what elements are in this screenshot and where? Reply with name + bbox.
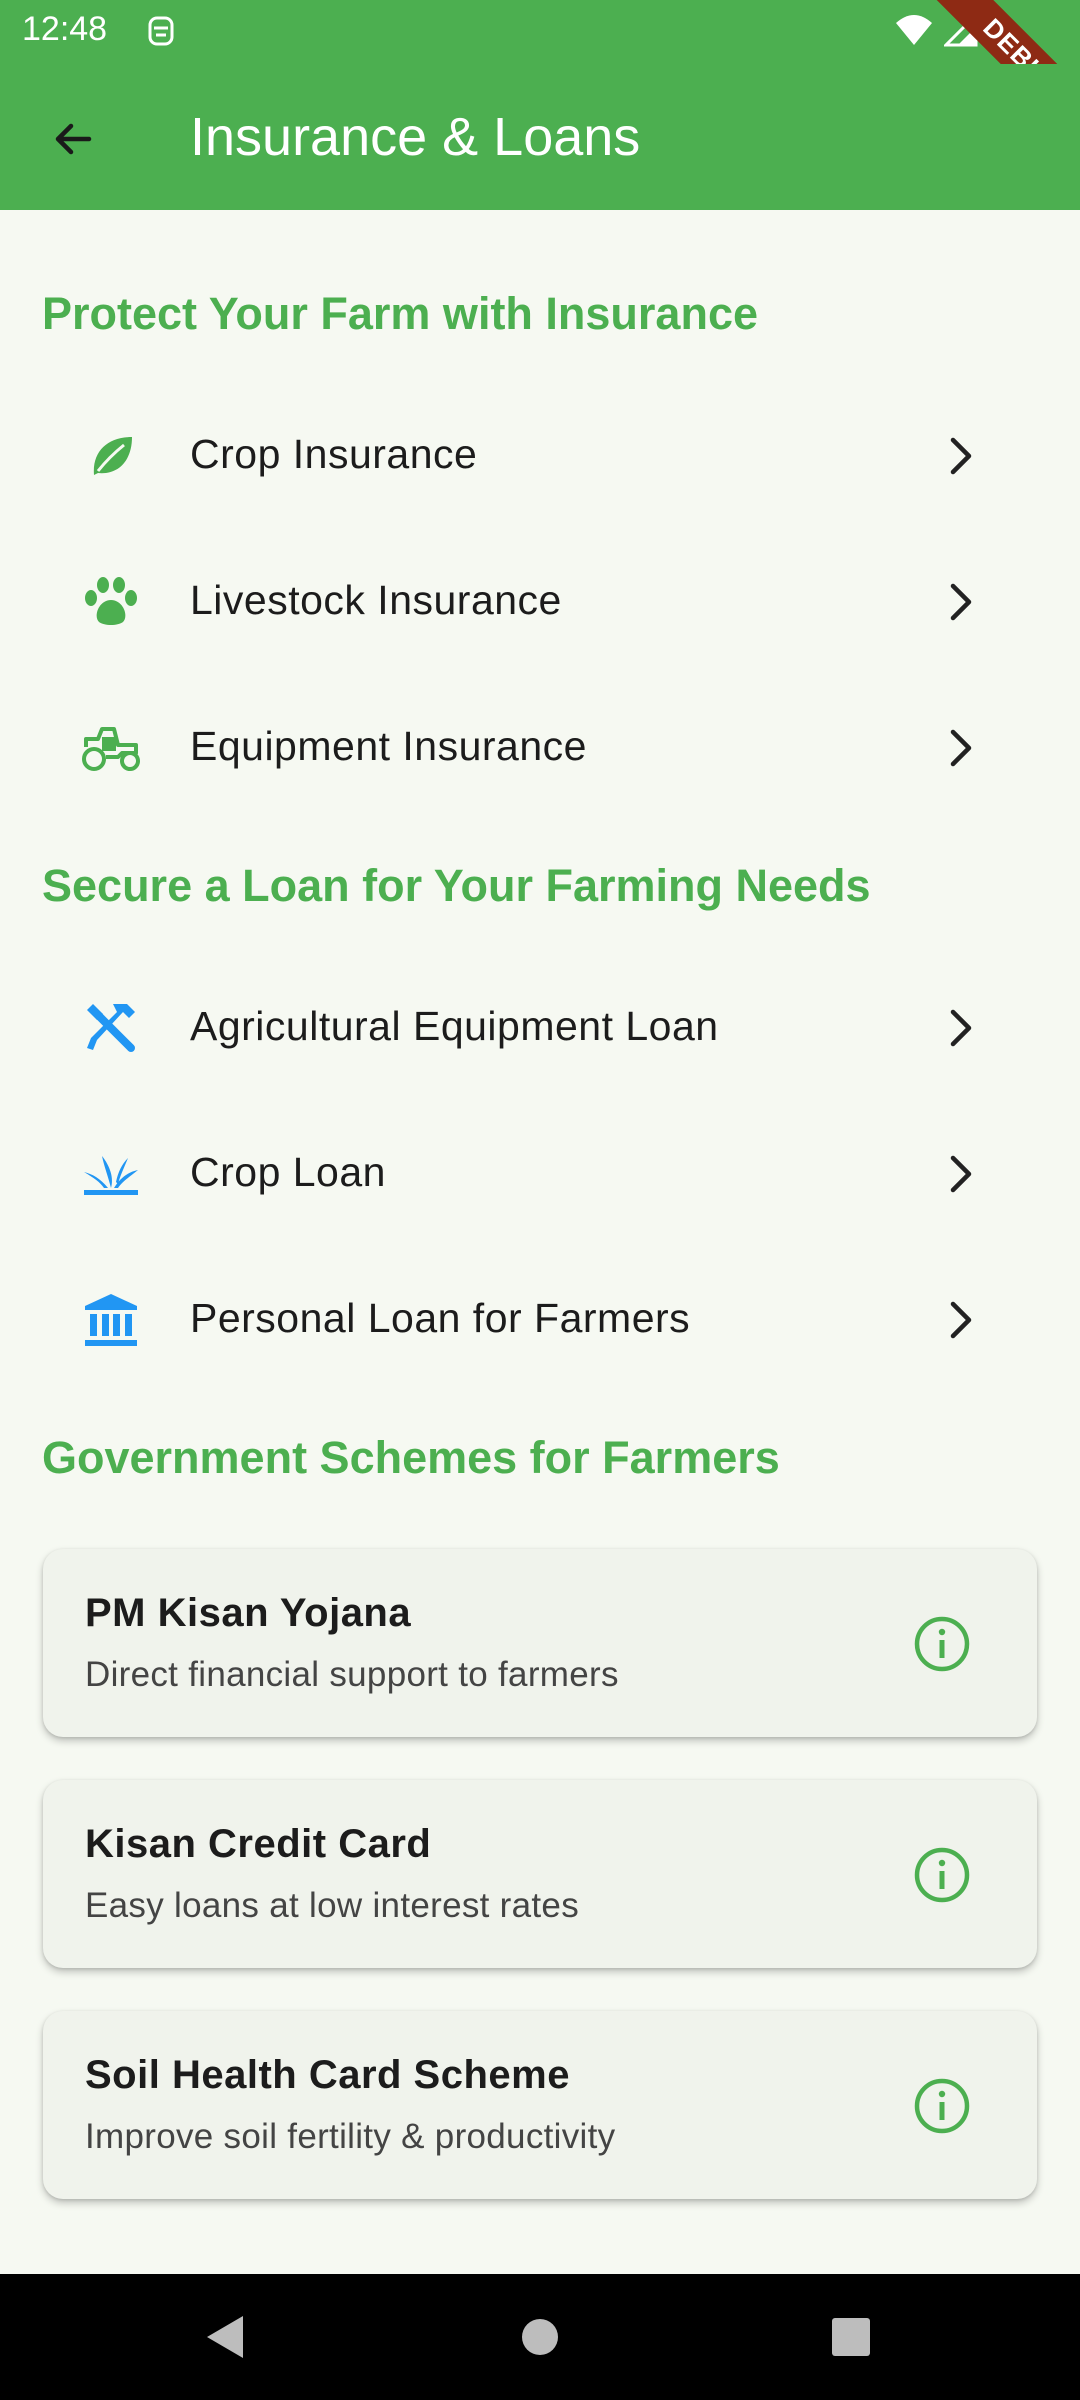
back-button[interactable] — [38, 104, 108, 174]
info-icon[interactable] — [913, 1846, 971, 1904]
insurance-section-title: Protect Your Farm with Insurance — [42, 288, 759, 339]
list-item-label: Crop Insurance — [190, 431, 478, 477]
schemes-section-title: Government Schemes for Farmers — [42, 1432, 780, 1483]
leaf-icon — [80, 425, 142, 487]
scheme-title: Soil Health Card Scheme — [85, 2053, 570, 2097]
scheme-card-soil-health[interactable]: Soil Health Card Scheme Improve soil fer… — [43, 2011, 1037, 2199]
bank-icon — [80, 1289, 142, 1351]
chevron-right-icon — [950, 729, 972, 767]
info-icon[interactable] — [913, 2077, 971, 2135]
scheme-card-kisan-credit[interactable]: Kisan Credit Card Easy loans at low inte… — [43, 1780, 1037, 1968]
list-item-crop-insurance[interactable]: Crop Insurance — [0, 383, 1080, 529]
list-item-label: Personal Loan for Farmers — [190, 1295, 691, 1341]
chevron-right-icon — [950, 437, 972, 475]
scheme-title: Kisan Credit Card — [85, 1822, 432, 1866]
grass-icon — [80, 1143, 142, 1205]
scheme-card-pm-kisan[interactable]: PM Kisan Yojana Direct financial support… — [43, 1549, 1037, 1737]
loans-section-title: Secure a Loan for Your Farming Needs — [42, 860, 871, 911]
nav-back-icon[interactable] — [203, 2312, 247, 2362]
status-time: 12:48 — [22, 10, 108, 48]
page-title: Insurance & Loans — [190, 107, 641, 167]
list-item-label: Agricultural Equipment Loan — [190, 1003, 719, 1049]
paw-icon — [80, 571, 142, 633]
arrow-back-icon — [55, 123, 92, 155]
tractor-icon — [80, 717, 142, 779]
list-item-crop-loan[interactable]: Crop Loan — [0, 1101, 1080, 1247]
signal-icon — [942, 11, 978, 52]
chevron-right-icon — [950, 583, 972, 621]
app-bar: Insurance & Loans — [0, 64, 1080, 210]
list-item-agricultural-equipment-loan[interactable]: Agricultural Equipment Loan — [0, 955, 1080, 1101]
list-item-label: Crop Loan — [190, 1149, 386, 1195]
list-item-personal-loan[interactable]: Personal Loan for Farmers — [0, 1247, 1080, 1393]
system-nav-bar — [0, 2274, 1080, 2400]
list-item-label: Livestock Insurance — [190, 577, 562, 623]
nav-recents-icon[interactable] — [830, 2312, 872, 2362]
scheme-subtitle: Easy loans at low interest rates — [85, 1886, 579, 1925]
chevron-right-icon — [950, 1009, 972, 1047]
scheme-subtitle: Improve soil fertility & productivity — [85, 2117, 616, 2156]
list-item-livestock-insurance[interactable]: Livestock Insurance — [0, 529, 1080, 675]
scheme-title: PM Kisan Yojana — [85, 1591, 412, 1635]
battery-icon — [988, 12, 1010, 53]
tools-icon — [80, 997, 142, 1059]
list-item-label: Equipment Insurance — [190, 723, 587, 769]
list-item-equipment-insurance[interactable]: Equipment Insurance — [0, 675, 1080, 821]
wifi-icon — [894, 13, 934, 52]
chevron-right-icon — [950, 1301, 972, 1339]
status-bar: 12:48 — [0, 0, 1080, 64]
nav-home-icon[interactable] — [520, 2312, 560, 2362]
scheme-subtitle: Direct financial support to farmers — [85, 1655, 619, 1694]
chevron-right-icon — [950, 1155, 972, 1193]
notification-icon — [146, 14, 176, 53]
info-icon[interactable] — [913, 1615, 971, 1673]
